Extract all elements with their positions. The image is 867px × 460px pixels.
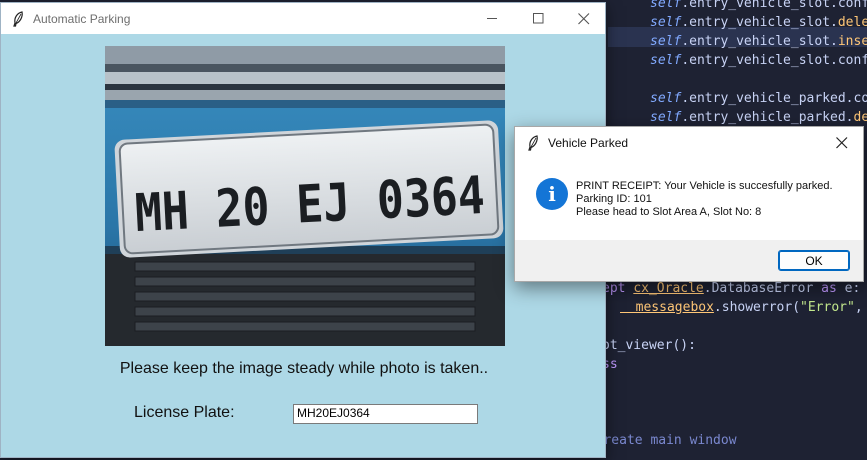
- code-token: .DatabaseError: [703, 281, 822, 296]
- code-token: de: [853, 110, 867, 125]
- code-token: .entry_vehicle_parked.co: [681, 91, 867, 106]
- code-token: ept: [602, 281, 634, 296]
- code-token: self: [650, 53, 682, 68]
- code-token: self: [650, 15, 682, 30]
- code-token: .showerror(: [713, 300, 801, 315]
- close-icon: [836, 136, 848, 148]
- code-token: as: [821, 281, 845, 296]
- code-line: self.entry_vehicle_slot.dele: [650, 15, 867, 30]
- code-token: .entry_vehicle_slot.: [681, 34, 838, 49]
- ok-button[interactable]: OK: [778, 250, 850, 271]
- vehicle-parked-dialog: Vehicle Parked i PRINT RECEIPT: Your Veh…: [514, 126, 864, 282]
- code-token: .entry_vehicle_slot.conf: [681, 0, 867, 11]
- code-line: ot_viewer():: [602, 338, 696, 353]
- code-token: .entry_vehicle_parked.: [681, 110, 854, 125]
- code-line: self.entry_vehicle_slot.conf: [650, 53, 867, 68]
- dialog-title: Vehicle Parked: [548, 135, 629, 150]
- code-line: messagebox.showerror("Error", st: [620, 300, 867, 315]
- code-token: self: [650, 0, 682, 11]
- code-token: dele: [837, 15, 867, 30]
- code-token: inse: [837, 34, 867, 49]
- dialog-close-button[interactable]: [827, 127, 857, 158]
- code-line: self.entry_vehicle_slot.conf: [650, 0, 867, 11]
- close-icon: [578, 12, 590, 24]
- maximize-icon: [532, 13, 543, 24]
- code-line: self.entry_vehicle_parked.de: [650, 110, 867, 125]
- feather-icon: [528, 134, 538, 151]
- main-titlebar: Automatic Parking: [1, 3, 605, 34]
- close-button[interactable]: [561, 3, 607, 34]
- code-token: e:: [844, 281, 861, 296]
- instruction-text: Please keep the image steady while photo…: [119, 360, 489, 377]
- code-token: cx_Oracle: [633, 281, 704, 296]
- code-line: self.entry_vehicle_parked.co: [650, 91, 867, 106]
- code-token: "Error": [800, 300, 855, 315]
- code-token: self: [650, 110, 682, 125]
- code-token: , st: [854, 300, 863, 315]
- window-title: Automatic Parking: [33, 11, 131, 26]
- license-plate-field[interactable]: MH20EJ0364: [293, 404, 478, 424]
- feather-icon: [13, 10, 23, 27]
- info-icon: i: [536, 178, 568, 210]
- code-token: .entry_vehicle_slot.conf: [681, 53, 867, 68]
- minimize-button[interactable]: [469, 3, 515, 34]
- dialog-footer: OK: [515, 240, 863, 281]
- dialog-message: PRINT RECEIPT: Your Vehicle is succesful…: [576, 180, 833, 219]
- dialog-titlebar: Vehicle Parked: [515, 127, 863, 158]
- license-plate-photo: MH 20 EJ 0364: [105, 46, 505, 346]
- code-line: self.entry_vehicle_slot.inse: [650, 34, 867, 49]
- code-token: .entry_vehicle_slot.: [681, 15, 838, 30]
- message-line: Parking ID: 101: [576, 193, 652, 205]
- camera-preview-image: MH 20 EJ 0364: [105, 46, 505, 346]
- minimize-icon: [486, 18, 497, 19]
- maximize-button[interactable]: [515, 3, 561, 34]
- code-token: self: [650, 34, 682, 49]
- license-plate-label: License Plate:: [134, 404, 235, 421]
- code-token: self: [650, 91, 682, 106]
- code-token: ot_viewer():: [602, 338, 696, 353]
- message-line: Please head to Slot Area A, Slot No: 8: [576, 206, 762, 218]
- code-token: messagebox: [620, 300, 714, 315]
- code-line: ept cx_Oracle.DatabaseError as e:: [602, 281, 860, 296]
- message-line: PRINT RECEIPT: Your Vehicle is succesful…: [576, 180, 833, 192]
